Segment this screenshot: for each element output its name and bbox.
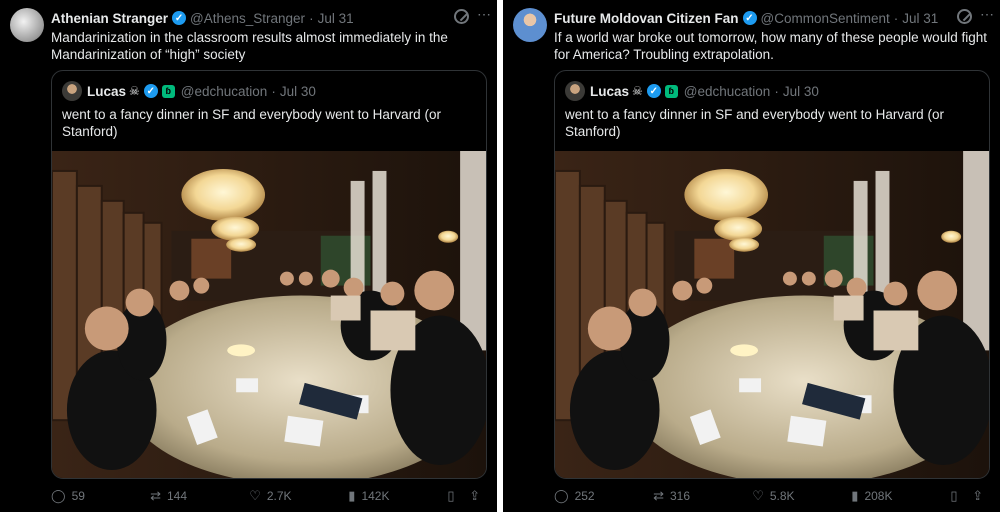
share-icon: ⇪ — [972, 488, 984, 503]
author-name[interactable]: Athenian Stranger — [51, 11, 168, 26]
reply-count: 252 — [574, 489, 595, 503]
repost-count: 144 — [167, 489, 188, 503]
bookmark-icon: ▯ — [950, 488, 958, 503]
tweet-date[interactable]: Jul 31 — [902, 11, 938, 26]
share-button[interactable]: ⇪ — [469, 488, 489, 504]
reply-button[interactable]: ◯ 252 — [554, 488, 653, 504]
separator: · — [774, 83, 779, 99]
author-handle[interactable]: @Athens_Stranger — [190, 11, 305, 26]
author-handle[interactable]: @CommonSentiment — [761, 11, 890, 26]
tweet-text: Mandarinization in the classroom results… — [51, 30, 448, 62]
author-name[interactable]: Future Moldovan Citizen Fan — [554, 11, 739, 26]
dinner-photo[interactable] — [555, 151, 989, 478]
repost-button[interactable]: ⇄ 316 — [653, 488, 752, 504]
tweet-header: Future Moldovan Citizen Fan ✓ @CommonSen… — [554, 9, 990, 27]
like-button[interactable]: ♡ 2.7K — [249, 488, 348, 504]
heart-icon: ♡ — [249, 488, 261, 503]
views-count: 142K — [361, 489, 390, 503]
tweet-right[interactable]: Future Moldovan Citizen Fan ✓ @CommonSen… — [503, 0, 1000, 512]
skull-icon: ☠ — [632, 84, 643, 98]
views-button[interactable]: ▮ 208K — [851, 488, 950, 504]
action-bar: ◯ 252 ⇄ 316 ♡ 5.8K ▮ 208K ▯ ⇪ — [554, 486, 992, 506]
views-button[interactable]: ▮ 142K — [348, 488, 447, 504]
quoted-author-name: Lucas — [87, 83, 127, 99]
quoted-avatar — [62, 81, 82, 101]
affiliate-badge-icon: ɓ — [664, 84, 678, 98]
reply-count: 59 — [71, 489, 85, 503]
quoted-tweet[interactable]: Lucas ☠ ✓ ɓ @edchucation · Jul 30 went t… — [554, 70, 990, 479]
share-icon: ⇪ — [469, 488, 481, 503]
more-icon[interactable]: ⋯ — [477, 6, 491, 23]
reply-button[interactable]: ◯ 59 — [51, 488, 150, 504]
tweet-date[interactable]: Jul 31 — [318, 11, 354, 26]
views-icon: ▮ — [348, 488, 356, 503]
like-count: 5.8K — [769, 489, 795, 503]
avatar[interactable] — [513, 8, 547, 42]
quoted-handle: @edchucation — [180, 83, 268, 99]
heart-icon: ♡ — [752, 488, 764, 503]
repost-icon: ⇄ — [653, 488, 664, 503]
verified-badge-icon: ✓ — [742, 11, 757, 25]
verified-badge-icon: ✓ — [646, 84, 661, 98]
tweet-text: If a world war broke out tomorrow, how m… — [554, 30, 987, 62]
avatar[interactable] — [10, 8, 44, 42]
like-count: 2.7K — [266, 489, 292, 503]
quoted-avatar — [565, 81, 585, 101]
quoted-text: went to a fancy dinner in SF and everybo… — [565, 107, 944, 139]
more-icon[interactable]: ⋯ — [980, 6, 994, 23]
skull-icon: ☠ — [129, 84, 140, 98]
repost-button[interactable]: ⇄ 144 — [150, 488, 249, 504]
repost-count: 316 — [670, 489, 691, 503]
verified-badge-icon: ✓ — [143, 84, 158, 98]
separator: · — [893, 10, 899, 26]
quoted-tweet[interactable]: Lucas ☠ ✓ ɓ @edchucation · Jul 30 went t… — [51, 70, 487, 479]
tweet-left[interactable]: Athenian Stranger ✓ @Athens_Stranger · J… — [0, 0, 497, 512]
reply-icon: ◯ — [51, 488, 66, 503]
affiliate-badge-icon: ɓ — [161, 84, 175, 98]
quoted-author-name: Lucas — [590, 83, 630, 99]
like-button[interactable]: ♡ 5.8K — [752, 488, 851, 504]
bookmark-button[interactable]: ▯ — [950, 488, 972, 504]
views-icon: ▮ — [851, 488, 859, 503]
grok-icon[interactable] — [957, 9, 972, 24]
quoted-date: Jul 30 — [279, 83, 316, 99]
separator: · — [271, 83, 276, 99]
quoted-text: went to a fancy dinner in SF and everybo… — [62, 107, 441, 139]
separator: · — [309, 10, 314, 26]
bookmark-icon: ▯ — [447, 488, 455, 503]
quoted-date: Jul 30 — [782, 83, 819, 99]
action-bar: ◯ 59 ⇄ 144 ♡ 2.7K ▮ 142K ▯ ⇪ — [51, 486, 489, 506]
views-count: 208K — [864, 489, 893, 503]
quoted-header: Lucas ☠ ✓ ɓ @edchucation · Jul 30 — [62, 81, 476, 101]
repost-icon: ⇄ — [150, 488, 161, 503]
tweet-header: Athenian Stranger ✓ @Athens_Stranger · J… — [51, 9, 487, 27]
quoted-header: Lucas ☠ ✓ ɓ @edchucation · Jul 30 — [565, 81, 979, 101]
share-button[interactable]: ⇪ — [972, 488, 992, 504]
verified-badge-icon: ✓ — [172, 11, 187, 25]
grok-icon[interactable] — [454, 9, 469, 24]
bookmark-button[interactable]: ▯ — [447, 488, 469, 504]
quoted-handle: @edchucation — [683, 83, 771, 99]
dinner-photo[interactable] — [52, 151, 486, 478]
reply-icon: ◯ — [554, 488, 569, 503]
